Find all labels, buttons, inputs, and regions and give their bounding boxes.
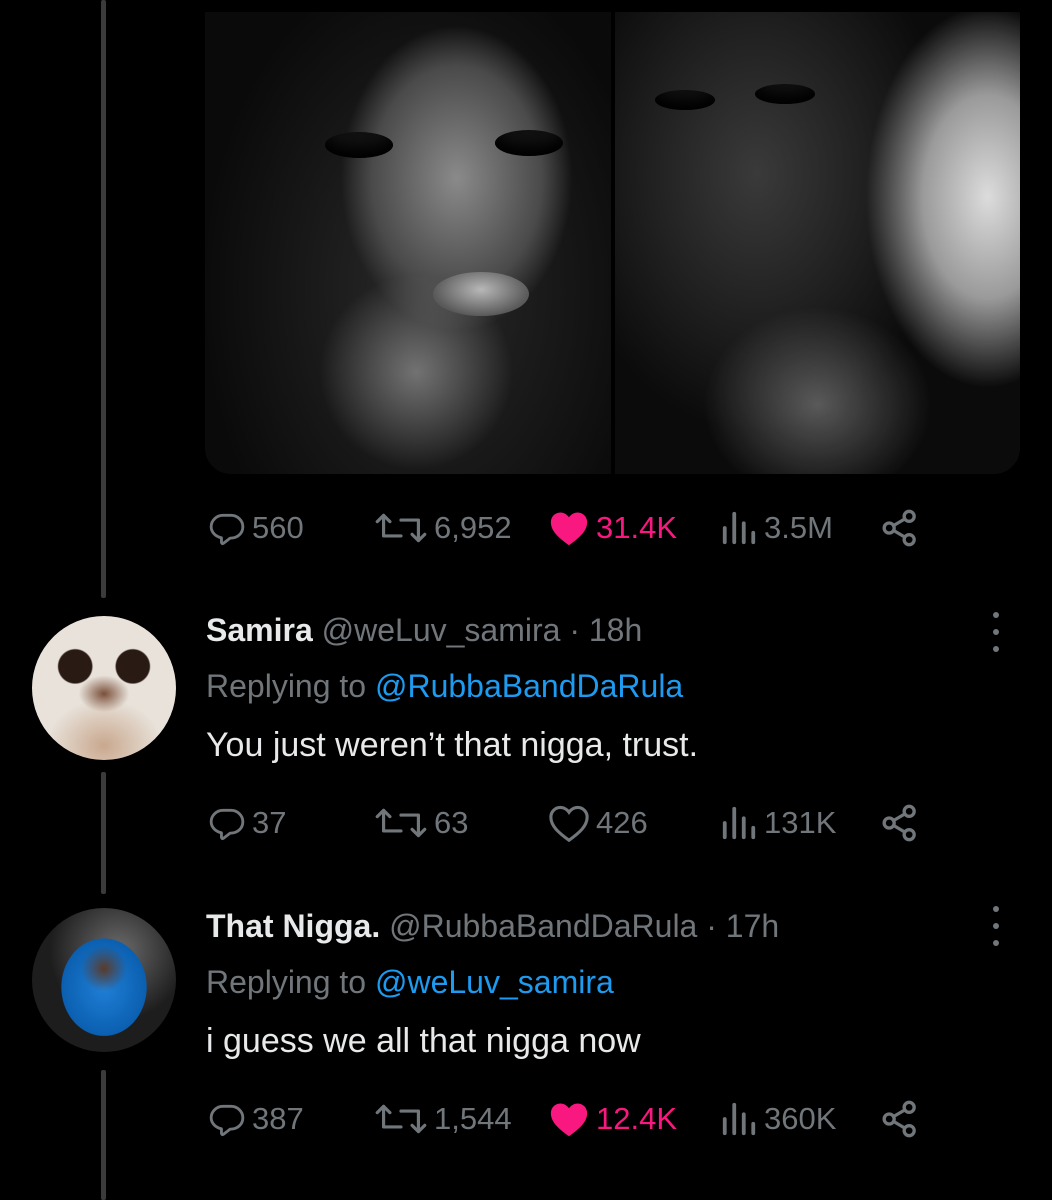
display-name[interactable]: Samira — [206, 612, 313, 648]
share-icon — [882, 509, 916, 547]
share-button[interactable] — [880, 1096, 920, 1142]
replying-to: Replying to @weLuv_samira — [206, 964, 614, 1001]
more-button[interactable] — [986, 906, 1006, 946]
more-button[interactable] — [986, 612, 1006, 652]
reply-button[interactable]: 387 — [208, 1096, 304, 1142]
tweet-actions: 37 63 426 131K — [208, 800, 948, 846]
avatar[interactable] — [32, 616, 176, 760]
replying-to: Replying to @RubbaBandDaRula — [206, 668, 683, 705]
replying-to-label: Replying to — [206, 964, 367, 1000]
view-count: 360K — [764, 1101, 837, 1136]
heart-icon — [549, 805, 589, 842]
more-icon — [993, 612, 999, 618]
media-photo[interactable] — [614, 12, 1020, 474]
reply-button[interactable]: 37 — [208, 800, 286, 846]
tweet-actions: 387 1,544 12.4K 360K — [208, 1096, 948, 1142]
retweet-icon — [375, 1104, 427, 1134]
reply-icon — [209, 513, 245, 546]
reply-count: 560 — [252, 510, 304, 545]
replying-to-label: Replying to — [206, 668, 367, 704]
share-button[interactable] — [880, 505, 920, 551]
retweet-count: 6,952 — [434, 510, 512, 545]
display-name[interactable]: That Nigga. — [206, 908, 380, 944]
tweet-header: Samira @weLuv_samira · 18h — [206, 612, 642, 649]
retweet-button[interactable]: 63 — [374, 800, 468, 846]
tweet-text: i guess we all that nigga now — [206, 1022, 641, 1060]
views-icon — [722, 511, 756, 545]
mention-link[interactable]: @RubbaBandDaRula — [375, 668, 683, 704]
share-icon — [882, 804, 916, 842]
tweet-actions: 560 6,952 31.4K 3.5M — [208, 505, 948, 551]
user-handle[interactable]: @RubbaBandDaRula — [389, 908, 697, 944]
like-count: 12.4K — [596, 1101, 678, 1136]
avatar[interactable] — [32, 908, 176, 1052]
like-button[interactable]: 426 — [548, 800, 648, 846]
reply-count: 387 — [252, 1101, 304, 1136]
reply-icon — [209, 1104, 245, 1137]
retweet-button[interactable]: 6,952 — [374, 505, 512, 551]
views-icon — [722, 1102, 756, 1136]
timestamp[interactable]: 17h — [726, 908, 779, 944]
thread-line — [101, 0, 106, 598]
tweet-header: That Nigga. @RubbaBandDaRula · 17h — [206, 908, 779, 945]
separator-dot: · — [569, 612, 580, 648]
reply-count: 37 — [252, 805, 287, 840]
tweet-text: You just weren’t that nigga, trust. — [206, 726, 699, 764]
thread-line — [101, 1070, 106, 1200]
separator-dot: · — [706, 908, 717, 944]
like-button[interactable]: 12.4K — [548, 1096, 677, 1142]
media-photo[interactable] — [205, 12, 611, 474]
reply-button[interactable]: 560 — [208, 505, 304, 551]
timestamp[interactable]: 18h — [589, 612, 642, 648]
retweet-icon — [375, 513, 427, 543]
view-count: 131K — [764, 805, 837, 840]
retweet-button[interactable]: 1,544 — [374, 1096, 512, 1142]
reply-icon — [209, 808, 245, 841]
like-count: 426 — [596, 805, 648, 840]
heart-icon — [550, 512, 588, 546]
share-icon — [882, 1100, 916, 1138]
views-button[interactable]: 131K — [720, 800, 836, 846]
views-icon — [722, 806, 756, 840]
retweet-count: 63 — [434, 805, 469, 840]
mention-link[interactable]: @weLuv_samira — [375, 964, 614, 1000]
like-button[interactable]: 31.4K — [548, 505, 677, 551]
user-handle[interactable]: @weLuv_samira — [322, 612, 561, 648]
more-icon — [993, 906, 999, 912]
retweet-icon — [375, 808, 427, 838]
views-button[interactable]: 360K — [720, 1096, 836, 1142]
like-count: 31.4K — [596, 510, 678, 545]
tweet-media — [205, 12, 1020, 474]
retweet-count: 1,544 — [434, 1101, 512, 1136]
view-count: 3.5M — [764, 510, 833, 545]
views-button[interactable]: 3.5M — [720, 505, 833, 551]
thread-line — [101, 772, 106, 894]
heart-icon — [550, 1103, 588, 1137]
share-button[interactable] — [880, 800, 920, 846]
